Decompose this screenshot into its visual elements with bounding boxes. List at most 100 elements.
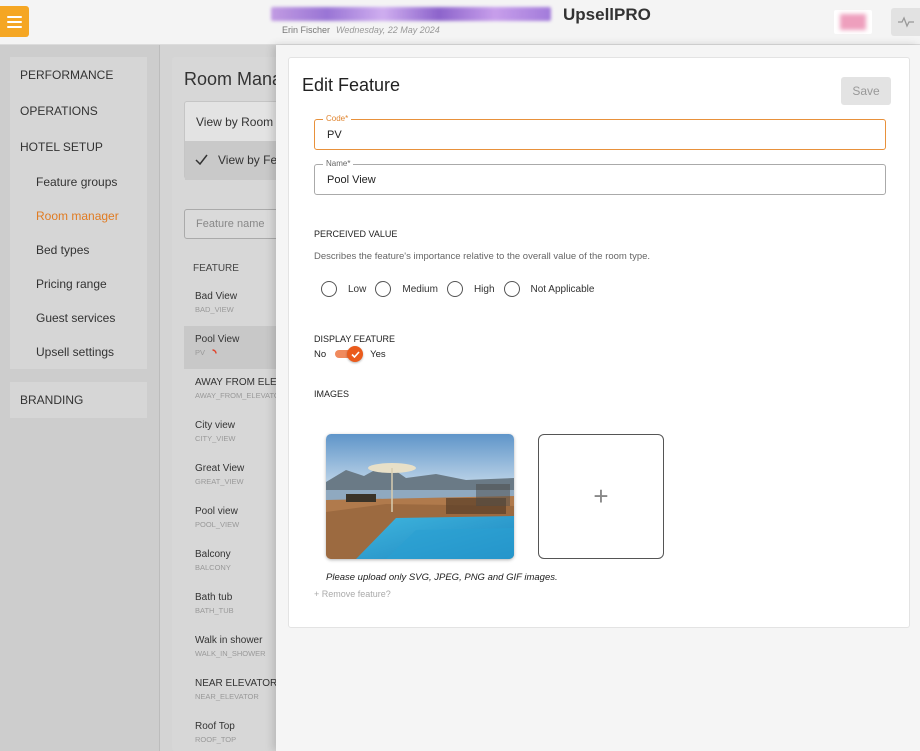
check-icon bbox=[351, 350, 360, 358]
page-title: Room Manager bbox=[184, 69, 282, 89]
view-by-feature-option[interactable]: View by Feature bbox=[185, 141, 282, 180]
feature-code: BATH_TUB bbox=[195, 606, 234, 615]
feature-row[interactable]: Balcony BALCONY bbox=[184, 541, 282, 584]
feature-code: POOL_VIEW bbox=[195, 520, 240, 529]
display-feature-toggle[interactable] bbox=[333, 346, 364, 362]
pool-photo bbox=[326, 434, 514, 559]
activity-icon bbox=[897, 16, 914, 28]
menu-line-icon bbox=[7, 20, 22, 23]
feature-code: ROOF_TOP bbox=[195, 735, 237, 744]
sidebar-section-branding[interactable]: BRANDING bbox=[10, 382, 147, 418]
feature-column-header: FEATURE bbox=[193, 263, 239, 274]
current-date: Wednesday, 22 May 2024 bbox=[336, 25, 440, 35]
menu-line-icon bbox=[7, 15, 22, 18]
feature-row[interactable]: Pool view POOL_VIEW bbox=[184, 498, 282, 541]
perceived-value-title: PERCEIVED VALUE bbox=[314, 229, 398, 239]
sidebar-item-pricing-range[interactable]: Pricing range bbox=[10, 267, 147, 301]
sidebar-head-performance[interactable]: PERFORMANCE bbox=[10, 57, 147, 93]
feature-name: AWAY FROM ELEVATOR bbox=[195, 377, 282, 388]
feature-name: Bad View bbox=[195, 291, 238, 302]
sidebar-head-operations[interactable]: OPERATIONS bbox=[10, 93, 147, 129]
sidebar-item-bed-types[interactable]: Bed types bbox=[10, 233, 147, 267]
display-feature-toggle-row: No Yes bbox=[314, 346, 386, 362]
feature-name: Roof Top bbox=[195, 721, 235, 732]
images-title: IMAGES bbox=[314, 389, 350, 399]
radio-label-not-applicable: Not Applicable bbox=[530, 283, 595, 295]
feature-row-selected[interactable]: Pool View PV bbox=[184, 326, 282, 369]
feature-row[interactable]: Roof Top ROOF_TOP bbox=[184, 713, 282, 751]
perceived-value-description: Describes the feature's importance relat… bbox=[314, 251, 651, 262]
sidebar-item-upsell-settings[interactable]: Upsell settings bbox=[10, 335, 147, 369]
check-icon bbox=[195, 154, 208, 165]
radio-label-low: Low bbox=[348, 283, 367, 295]
toggle-label-yes: Yes bbox=[370, 348, 386, 360]
sidebar-section-operations[interactable]: OPERATIONS bbox=[10, 93, 147, 129]
drawer-title: Edit Feature bbox=[302, 75, 401, 95]
feature-row[interactable]: Bad View BAD_VIEW bbox=[184, 283, 282, 326]
feature-row[interactable]: AWAY FROM ELEVATOR AWAY_FROM_ELEVATOR bbox=[184, 369, 282, 412]
app-title: UpsellPRO bbox=[563, 5, 651, 24]
feature-code-text: PV bbox=[195, 348, 206, 357]
hamburger-menu-button[interactable] bbox=[0, 6, 29, 37]
avatar[interactable] bbox=[834, 10, 872, 34]
feature-row[interactable]: Bath tub BATH_TUB bbox=[184, 584, 282, 627]
feature-name: Balcony bbox=[195, 549, 231, 560]
sidebar-item-room-manager[interactable]: Room manager bbox=[10, 199, 147, 233]
feature-row[interactable]: City view CITY_VIEW bbox=[184, 412, 282, 455]
feature-code: CITY_VIEW bbox=[195, 434, 236, 443]
toggle-label-no: No bbox=[314, 348, 327, 360]
sidebar-item-feature-groups[interactable]: Feature groups bbox=[10, 165, 147, 199]
radio-not-applicable[interactable] bbox=[503, 281, 520, 297]
feature-name: Pool view bbox=[195, 506, 238, 517]
feature-code: WALK_IN_SHOWER bbox=[195, 649, 266, 658]
sidebar-head-branding[interactable]: BRANDING bbox=[10, 382, 147, 418]
save-button[interactable]: Save bbox=[841, 77, 891, 105]
code-input[interactable] bbox=[315, 120, 885, 149]
add-image-button[interactable]: + bbox=[538, 434, 664, 559]
feature-name: Great View bbox=[195, 463, 245, 474]
radio-low[interactable] bbox=[321, 281, 337, 297]
feature-row[interactable]: Walk in shower WALK_IN_SHOWER bbox=[184, 627, 282, 670]
view-toggle: View by Room View by Feature bbox=[184, 101, 282, 180]
feature-code: NEAR_ELEVATOR bbox=[195, 692, 259, 701]
radio-label-medium: Medium bbox=[402, 283, 438, 295]
code-field: Code* bbox=[314, 114, 886, 150]
radio-high[interactable] bbox=[446, 281, 463, 297]
feature-code: AWAY_FROM_ELEVATOR bbox=[195, 391, 282, 400]
name-field: Name* bbox=[314, 159, 886, 195]
feature-name: NEAR ELEVATOR bbox=[195, 678, 278, 689]
feature-code: BAD_VIEW bbox=[195, 305, 234, 314]
room-manager-panel: Room Manager View by Room View by Featur… bbox=[172, 57, 282, 751]
feature-name: Pool View bbox=[195, 334, 240, 345]
feature-row[interactable]: NEAR ELEVATOR NEAR_ELEVATOR bbox=[184, 670, 282, 713]
activity-button[interactable] bbox=[891, 8, 920, 36]
perceived-value-radio-group: Low Medium High Not Applicable bbox=[321, 280, 603, 298]
loading-spinner-icon bbox=[212, 348, 217, 354]
sidebar-head-hotel-setup[interactable]: HOTEL SETUP bbox=[10, 129, 147, 165]
user-info: Erin Fischer Wednesday, 22 May 2024 bbox=[282, 25, 440, 35]
top-header: UpsellPRO Erin Fischer Wednesday, 22 May … bbox=[0, 0, 920, 45]
feature-search-input[interactable]: Feature name bbox=[184, 209, 282, 239]
feature-row[interactable]: Great View GREAT_VIEW bbox=[184, 455, 282, 498]
feature-image-thumbnail[interactable] bbox=[326, 434, 514, 559]
sidebar: PERFORMANCE OPERATIONS HOTEL SETUP Featu… bbox=[0, 45, 160, 751]
edit-feature-drawer: Edit Feature Save Code* Name* PERCEIVED … bbox=[276, 45, 920, 751]
user-name: Erin Fischer bbox=[282, 25, 331, 35]
name-input[interactable] bbox=[315, 165, 885, 194]
edit-feature-card: Edit Feature Save Code* Name* PERCEIVED … bbox=[288, 57, 910, 628]
view-by-room-option[interactable]: View by Room bbox=[196, 115, 273, 129]
sidebar-section-performance[interactable]: PERFORMANCE bbox=[10, 57, 147, 93]
feature-name: Bath tub bbox=[195, 592, 233, 603]
remove-feature-link[interactable]: + Remove feature? bbox=[314, 589, 391, 599]
radio-medium[interactable] bbox=[375, 281, 392, 297]
sidebar-section-hotel-setup: HOTEL SETUP Feature groups Room manager … bbox=[10, 129, 147, 369]
sidebar-item-guest-services[interactable]: Guest services bbox=[10, 301, 147, 335]
menu-line-icon bbox=[7, 25, 22, 28]
feature-code: PV bbox=[195, 348, 217, 358]
feature-name: Walk in shower bbox=[195, 635, 263, 646]
feature-code: GREAT_VIEW bbox=[195, 477, 244, 486]
display-feature-title: DISPLAY FEATURE bbox=[314, 334, 396, 344]
hotel-name-redacted bbox=[271, 7, 551, 21]
toggle-knob bbox=[347, 346, 364, 362]
feature-name: City view bbox=[195, 420, 236, 431]
